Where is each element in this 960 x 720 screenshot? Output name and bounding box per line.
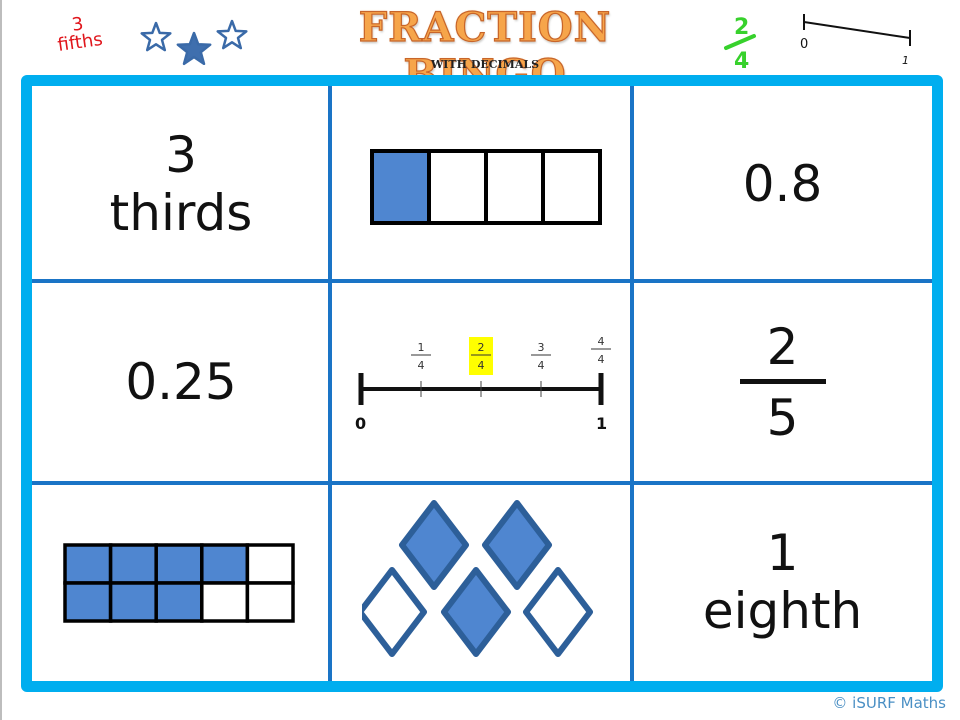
bar-part-empty <box>483 148 545 225</box>
diamond-shaded <box>481 500 552 590</box>
bingo-cell-number-line[interactable]: 0 1 1 4 2 4 3 4 4 4 <box>330 281 633 483</box>
bar-part-empty <box>540 148 602 225</box>
grid-divider-vertical <box>328 86 332 681</box>
diamond-empty <box>522 567 593 657</box>
star-outline-icon <box>140 21 172 52</box>
bingo-cell-decimal-0-25[interactable]: 0.25 <box>32 281 330 483</box>
grid-square-shaded <box>108 543 158 585</box>
page-edge <box>0 0 2 720</box>
grid-square-shaded <box>154 581 204 623</box>
tick-label-numerator: 2 <box>477 341 484 354</box>
bar-model <box>369 148 602 225</box>
tick-label-numerator: 3 <box>537 341 544 354</box>
grid-divider-vertical <box>630 86 634 681</box>
bingo-cell-set-model[interactable] <box>330 483 633 681</box>
decor-number-line-axis <box>803 21 911 39</box>
decor-number-line-end: 1 <box>902 54 909 67</box>
set-model <box>361 500 593 657</box>
tick-label-numerator: 4 <box>597 335 604 348</box>
bingo-cell-fraction-2-5[interactable]: 2 5 <box>633 281 932 483</box>
decor-three-fifths: 3 fifths <box>42 11 116 56</box>
tick-label-denominator: 4 <box>417 359 424 372</box>
diamond-shaded <box>398 500 469 590</box>
tick-label-denominator: 4 <box>537 359 544 372</box>
grid-square-empty <box>200 581 250 623</box>
grid-square-empty <box>245 581 295 623</box>
decor-fraction-denominator: 4 <box>734 49 749 70</box>
number-line: 0 1 1 4 2 4 3 4 4 4 <box>355 335 611 433</box>
decor-fraction-two-quarters: 2 4 <box>724 15 756 70</box>
bar-part-empty <box>426 148 488 225</box>
cell-decimal: 0.25 <box>125 353 237 411</box>
bingo-cell-1-eighth[interactable]: 1 eighth <box>633 483 932 681</box>
decor-number-line: 0 1 <box>800 14 911 67</box>
bingo-cell-grid-model[interactable] <box>32 483 330 681</box>
grid-square-shaded <box>63 543 113 585</box>
decor-number-line-start: 0 <box>800 37 808 52</box>
copyright-footer: © iSURF Maths <box>832 694 946 712</box>
grid-divider-horizontal <box>32 279 932 283</box>
grid-square-empty <box>245 543 295 585</box>
bingo-cell-decimal-0-8[interactable]: 0.8 <box>633 86 932 281</box>
tick-label-denominator: 4 <box>597 353 604 366</box>
fraction-numerator: 2 <box>766 317 799 376</box>
cell-word: eighth <box>702 582 863 640</box>
diamond-shaded <box>440 567 511 657</box>
cell-word: thirds <box>109 183 253 242</box>
fraction-denominator: 5 <box>766 388 799 447</box>
star-outline-icon <box>216 19 248 50</box>
grid-square-shaded <box>200 543 250 585</box>
bingo-board: 3 thirds 0.8 0.25 0 1 1 4 2 4 3 4 4 4 2 5 1 eight… <box>21 75 943 692</box>
bingo-cell-bar-model[interactable] <box>330 86 633 281</box>
cell-number: 3 <box>165 125 197 184</box>
tick-label-numerator: 1 <box>417 341 424 354</box>
grid-square-shaded <box>108 581 158 623</box>
page-subtitle: WITH DECIMALS <box>430 58 540 71</box>
bar-part-shaded <box>369 148 431 225</box>
fraction-bar <box>739 378 826 384</box>
number-line-end-label: 1 <box>596 414 607 433</box>
stars-decoration <box>140 19 248 66</box>
number-line-start-label: 0 <box>355 414 366 433</box>
cell-decimal: 0.8 <box>742 154 823 213</box>
grid-model <box>63 543 295 623</box>
decor-fraction-numerator: 2 <box>734 15 749 40</box>
grid-square-shaded <box>63 581 113 623</box>
tick-label-denominator: 4 <box>477 359 484 372</box>
grid-divider-horizontal <box>32 481 932 485</box>
bingo-cell-3-thirds[interactable]: 3 thirds <box>32 86 330 281</box>
diamond-empty <box>361 567 427 657</box>
cell-number: 1 <box>766 524 799 582</box>
star-filled-icon <box>176 31 212 66</box>
grid-square-shaded <box>154 543 204 585</box>
